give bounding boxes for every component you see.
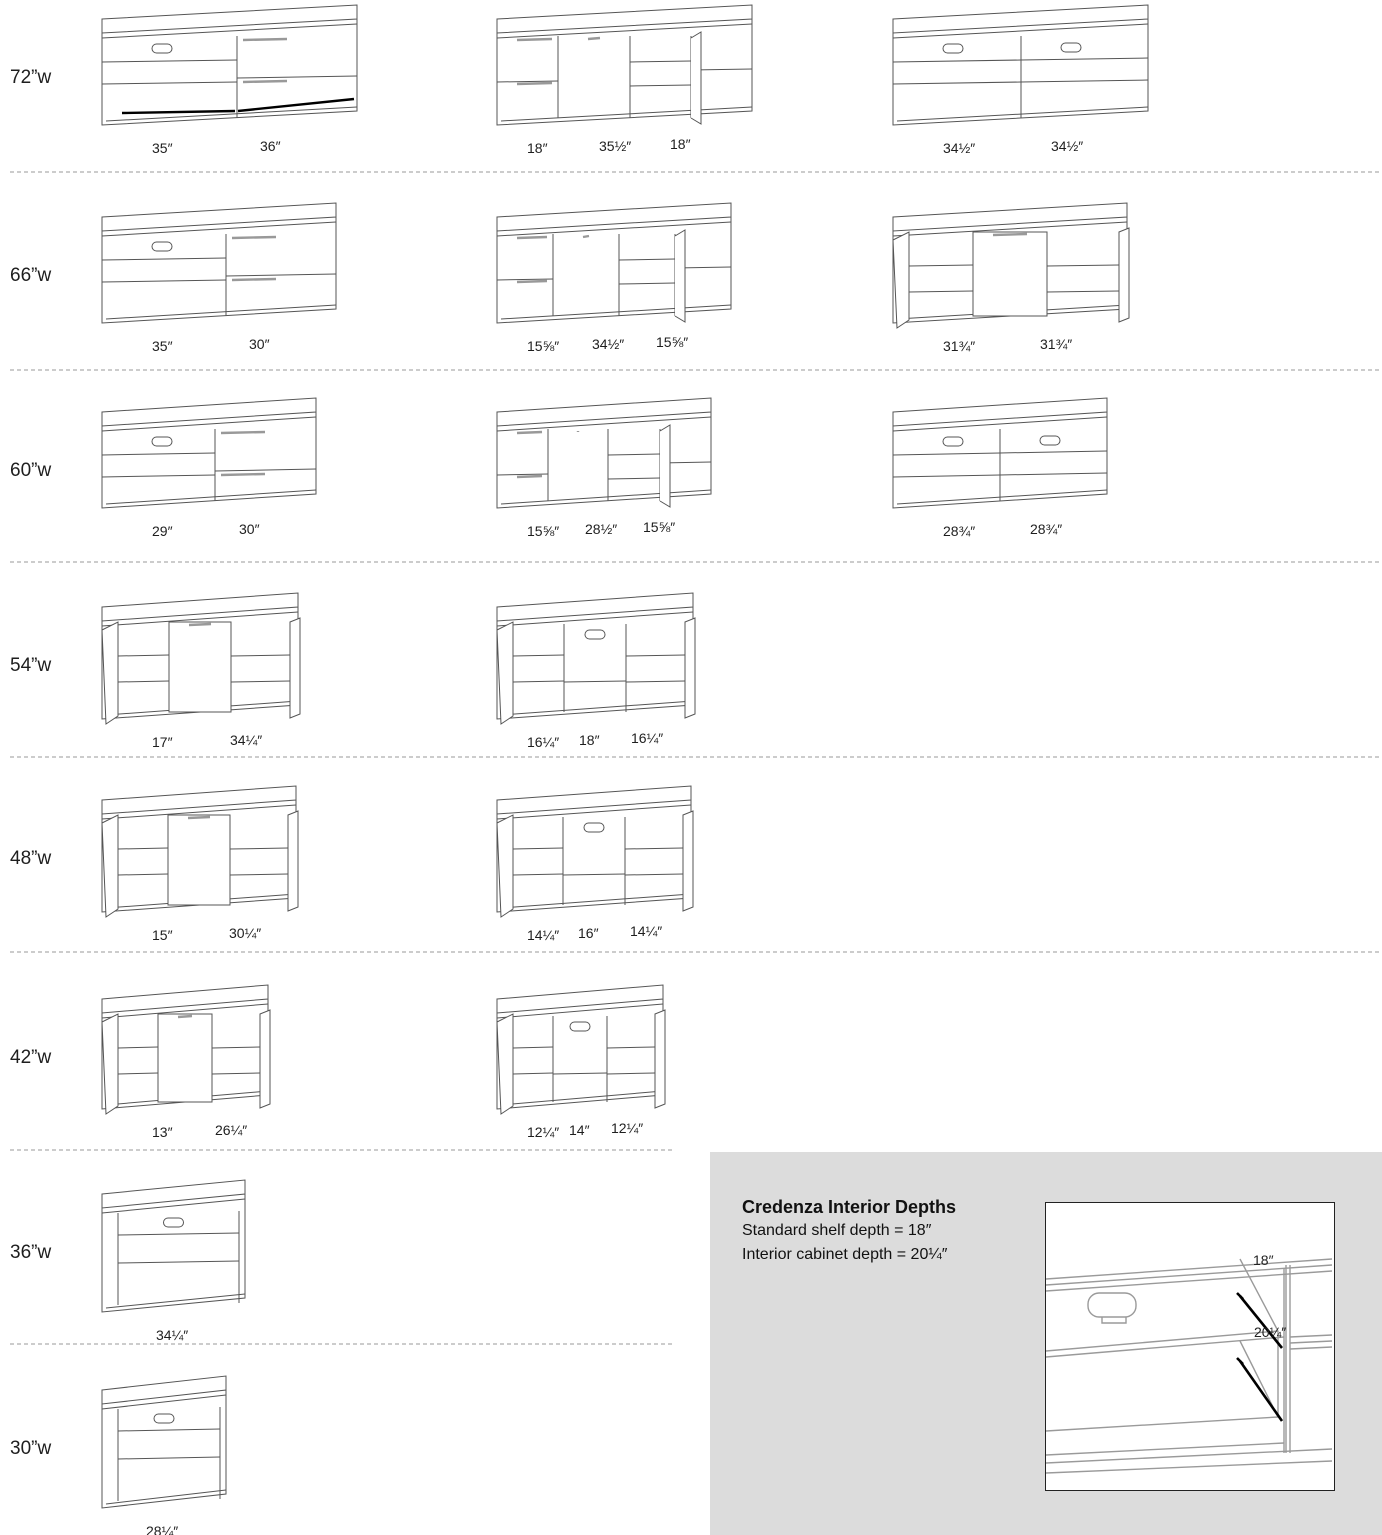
compartment-width-label: 16″ [578,925,599,941]
credenza-drawer-file-drawing [101,4,358,126]
row-width-label: 30”w [10,1438,51,1459]
row-width-label: 42”w [10,1047,51,1068]
credenza-three-bay-drawing [496,592,696,725]
row-width-label: 60”w [10,460,51,481]
compartment-width-label: 15⅝″ [527,523,559,539]
compartment-width-label: 29″ [152,523,173,539]
compartment-width-label: 15⅝″ [643,519,675,535]
compartment-width-label: 17″ [152,734,173,750]
compartment-width-label: 12¼″ [527,1124,559,1140]
compartment-width-label: 18″ [579,732,600,748]
credenza-door-door-drawing [892,202,1130,329]
interior-depths-title: Credenza Interior Depths [742,1197,957,1217]
compartment-width-label: 16¼″ [631,730,663,746]
credenza-door-door-drawing [101,984,271,1115]
compartment-width-label: 16¼″ [527,734,559,750]
cabinet-depth-label: 20¼″ [1254,1324,1286,1340]
row-width-label: 66”w [10,265,51,286]
compartment-width-label: 35″ [152,140,173,156]
compartment-width-label: 34½″ [592,336,624,352]
credenza-drawer-file-drawing [101,397,317,509]
compartment-width-label: 30″ [239,521,260,537]
compartment-width-label: 35½″ [599,138,631,154]
width-measure-line [237,97,355,113]
credenza-single-open-drawing [101,1375,227,1509]
shelf-depth-label: 18″ [1253,1252,1274,1268]
compartment-width-label: 15⅝″ [656,334,688,350]
compartment-width-label: 18″ [670,136,691,152]
row-width-label: 54”w [10,655,51,676]
credenza-file-door-file-drawing [496,397,712,509]
compartment-width-label: 13″ [152,1124,173,1140]
credenza-three-bay-drawing [496,785,694,918]
compartment-width-label: 28¾″ [1030,521,1062,537]
compartment-width-label: 14¼″ [527,927,559,943]
compartment-width-label: 34½″ [1051,138,1083,154]
compartment-width-label: 34¼″ [156,1327,188,1343]
credenza-door-door-drawing [101,592,301,725]
compartment-width-label: 30¼″ [229,925,261,941]
row-width-label: 48”w [10,848,51,869]
credenza-open-open-drawing [892,4,1149,126]
depth-detail-diagram: 18″ 20¼″ [1045,1202,1335,1491]
compartment-width-label: 14¼″ [630,923,662,939]
compartment-width-label: 35″ [152,338,173,354]
compartment-width-label: 31¾″ [1040,336,1072,352]
credenza-three-bay-drawing [496,984,666,1115]
compartment-width-label: 30″ [249,336,270,352]
compartment-width-label: 28¾″ [943,523,975,539]
compartment-width-label: 36″ [260,138,281,154]
width-measure-line [121,109,236,115]
row-width-label: 72”w [10,67,51,88]
credenza-open-open-drawing [892,397,1108,509]
compartment-width-label: 15⅝″ [527,338,559,354]
compartment-width-label: 28½″ [585,521,617,537]
compartment-width-label: 28¼″ [146,1523,178,1535]
compartment-width-label: 14″ [569,1122,590,1138]
compartment-width-label: 15″ [152,927,173,943]
credenza-drawer-file-drawing [101,202,337,324]
credenza-single-open-drawing [101,1179,246,1313]
compartment-width-label: 34½″ [943,140,975,156]
compartment-width-label: 34¼″ [230,732,262,748]
compartment-width-label: 26¼″ [215,1122,247,1138]
credenza-file-door-file-drawing [496,202,732,324]
compartment-width-label: 31¾″ [943,338,975,354]
cabinet-depth-text: Interior cabinet depth = 20¼″ [742,1246,948,1263]
compartment-width-label: 18″ [527,140,548,156]
compartment-width-label: 12¼″ [611,1120,643,1136]
shelf-depth-text: Standard shelf depth = 18″ [742,1222,932,1239]
row-width-label: 36”w [10,1242,51,1263]
credenza-file-door-file-drawing [496,4,753,126]
credenza-door-door-drawing [101,785,299,918]
